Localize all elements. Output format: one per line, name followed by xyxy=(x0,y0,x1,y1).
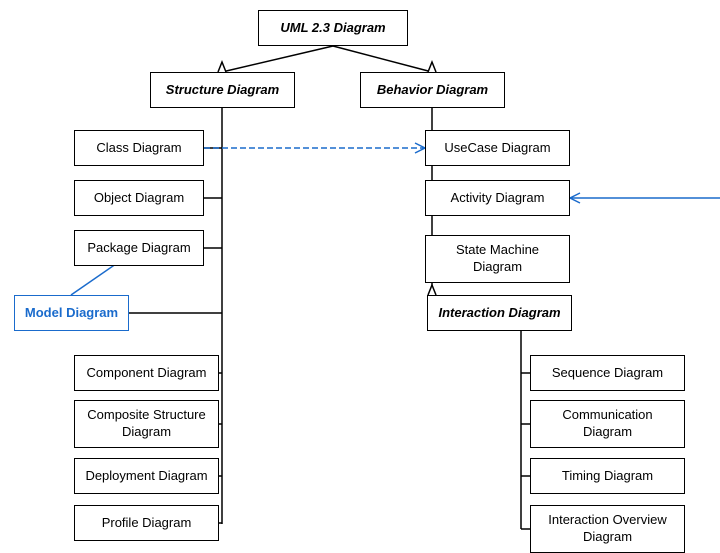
model-diagram-node: Model Diagram xyxy=(14,295,129,331)
diagram-container: UML 2.3 Diagram Structure Diagram Behavi… xyxy=(0,0,720,552)
component-diagram-node: Component Diagram xyxy=(74,355,219,391)
timing-diagram-node: Timing Diagram xyxy=(530,458,685,494)
deployment-diagram-node: Deployment Diagram xyxy=(74,458,219,494)
composite-diagram-node: Composite Structure Diagram xyxy=(74,400,219,448)
profile-diagram-node: Profile Diagram xyxy=(74,505,219,541)
structure-diagram-node: Structure Diagram xyxy=(150,72,295,108)
class-diagram-node: Class Diagram xyxy=(74,130,204,166)
uml-diagram-node: UML 2.3 Diagram xyxy=(258,10,408,46)
package-diagram-node: Package Diagram xyxy=(74,230,204,266)
communication-diagram-node: Communication Diagram xyxy=(530,400,685,448)
interactionoverview-diagram-node: Interaction Overview Diagram xyxy=(530,505,685,553)
sequence-diagram-node: Sequence Diagram xyxy=(530,355,685,391)
activity-diagram-node: Activity Diagram xyxy=(425,180,570,216)
usecase-diagram-node: UseCase Diagram xyxy=(425,130,570,166)
interaction-diagram-node: Interaction Diagram xyxy=(427,295,572,331)
object-diagram-node: Object Diagram xyxy=(74,180,204,216)
behavior-diagram-node: Behavior Diagram xyxy=(360,72,505,108)
statemachine-diagram-node: State Machine Diagram xyxy=(425,235,570,283)
